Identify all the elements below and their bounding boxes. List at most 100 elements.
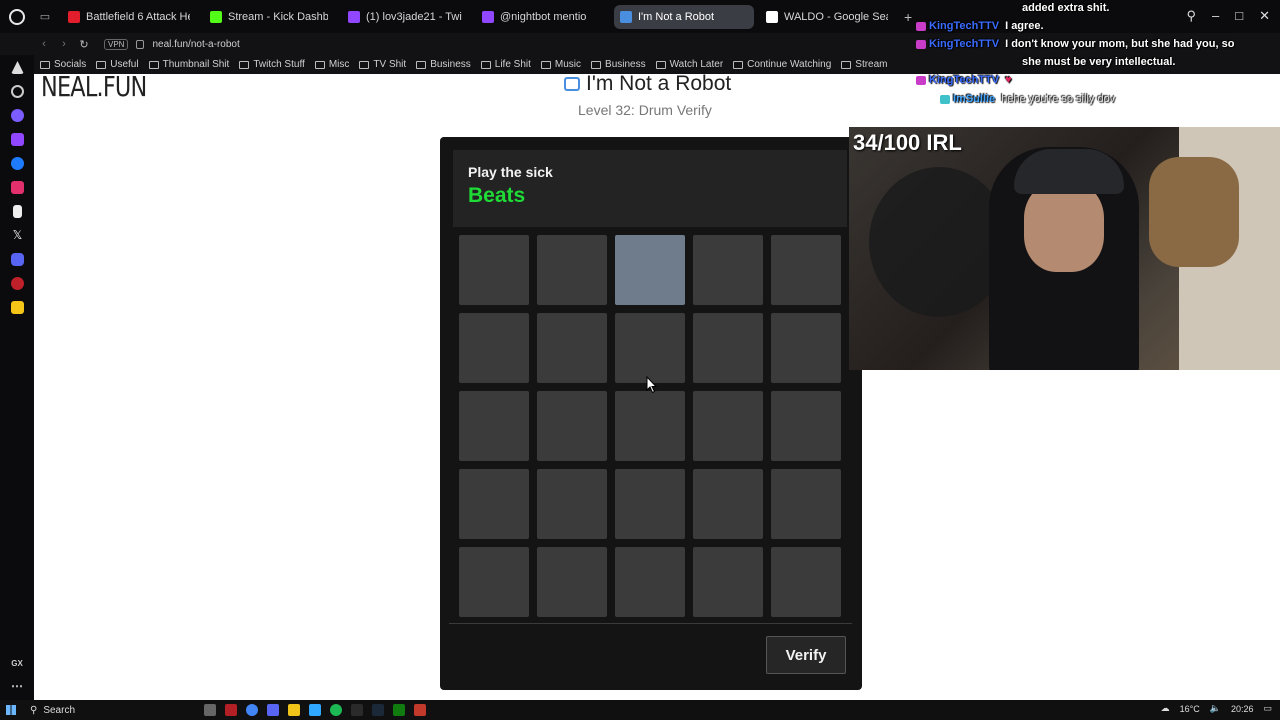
notifications-icon[interactable]: ▭	[1263, 703, 1272, 714]
drum-pad[interactable]	[537, 547, 607, 617]
tab-label: @nightbot mentio	[500, 10, 587, 23]
drum-pad[interactable]	[771, 235, 841, 305]
system-tray: ☁ 16°C 🔈 20:26 ▭	[1161, 703, 1272, 714]
clock[interactable]: 20:26	[1231, 704, 1254, 714]
drum-pad[interactable]	[693, 391, 763, 461]
drum-pad[interactable]	[693, 547, 763, 617]
drum-pad[interactable]	[459, 547, 529, 617]
chatgpt-icon[interactable]	[11, 85, 24, 98]
tab-label: I'm Not a Robot	[638, 10, 715, 23]
tab-label: (1) lov3jade21 - Twitch	[366, 10, 462, 23]
bookmark-folder[interactable]: Continue Watching	[733, 59, 831, 70]
xbox-icon[interactable]	[393, 704, 405, 716]
tab-islands-icon[interactable]: ▭	[34, 0, 56, 33]
bookmark-folder[interactable]: Socials	[40, 59, 86, 70]
drum-pad[interactable]	[771, 391, 841, 461]
bookmark-folder[interactable]: Thumbnail Shit	[148, 59, 230, 70]
app-icon[interactable]	[414, 704, 426, 716]
chrome-icon[interactable]	[246, 704, 258, 716]
webcam-helmet	[869, 167, 1009, 317]
browser-tab[interactable]: @nightbot mentio	[476, 5, 608, 29]
ublock-icon[interactable]	[11, 277, 24, 290]
bookmark-folder[interactable]: Life Shit	[480, 59, 531, 70]
spotify-icon[interactable]	[330, 704, 342, 716]
tab-favicon-icon	[68, 10, 80, 23]
task-view-icon[interactable]	[204, 704, 216, 716]
bookmark-folder[interactable]: Misc	[314, 59, 349, 70]
drum-pad[interactable]	[615, 547, 685, 617]
drum-pad[interactable]	[615, 313, 685, 383]
drum-pad[interactable]	[771, 313, 841, 383]
forward-icon[interactable]: ›	[54, 38, 74, 50]
drum-pad[interactable]	[459, 313, 529, 383]
bookmark-folder[interactable]: Useful	[96, 59, 139, 70]
drum-pad[interactable]	[693, 313, 763, 383]
steam-icon[interactable]	[372, 704, 384, 716]
opera-gx-app-icon[interactable]	[225, 704, 237, 716]
file-explorer-icon[interactable]	[288, 704, 300, 716]
captcha-prompt: Play the sick	[468, 164, 553, 180]
taskbar-search[interactable]: ⚲ Search	[30, 702, 180, 718]
photoshop-icon[interactable]	[309, 704, 321, 716]
drum-pad[interactable]	[537, 469, 607, 539]
browser-tab[interactable]: Battlefield 6 Attack Helico	[62, 5, 198, 29]
x-icon[interactable]: 𝕏	[11, 229, 24, 242]
bookmark-folder[interactable]: Music	[540, 59, 581, 70]
drum-pad[interactable]	[615, 469, 685, 539]
new-tab-icon[interactable]: +	[904, 9, 912, 25]
url-field[interactable]: neal.fun/not-a-robot	[152, 39, 239, 50]
drum-pad[interactable]	[693, 235, 763, 305]
volume-icon[interactable]: 🔈	[1210, 703, 1221, 714]
opera-gx-logo-icon[interactable]	[0, 0, 34, 33]
chat-overlay: added extra shit. KingTechTTV I agree. King…	[912, 0, 1280, 110]
twitch-icon[interactable]	[11, 133, 24, 146]
drum-pad[interactable]	[615, 391, 685, 461]
site-logo[interactable]: NEAL.FUN	[41, 74, 147, 103]
bookmark-label: Thumbnail Shit	[162, 59, 230, 70]
drum-pad[interactable]	[615, 235, 685, 305]
back-icon[interactable]: ‹	[34, 38, 54, 50]
more-icon[interactable]: ⋯	[0, 679, 34, 693]
bookmark-folder[interactable]: Business	[416, 59, 471, 70]
lock-icon[interactable]	[136, 39, 145, 49]
aria-icon[interactable]	[11, 61, 24, 74]
browser-tab[interactable]: WALDO - Google Search	[760, 5, 896, 29]
reload-icon[interactable]: ↻	[74, 38, 94, 51]
bookmark-folder[interactable]: Business	[591, 59, 646, 70]
gx-label[interactable]: GX	[0, 659, 34, 668]
discord-app-icon[interactable]	[267, 704, 279, 716]
drum-pad[interactable]	[459, 469, 529, 539]
notes-icon[interactable]	[11, 301, 24, 314]
verify-button[interactable]: Verify	[766, 636, 846, 674]
folder-icon	[239, 60, 250, 69]
messenger-icon[interactable]	[11, 157, 24, 170]
obs-icon[interactable]	[351, 704, 363, 716]
drum-pad[interactable]	[771, 469, 841, 539]
webcam-overlay-text: 34/100 IRL	[853, 130, 962, 155]
copilot-icon[interactable]	[11, 109, 24, 122]
browser-tab[interactable]: I'm Not a Robot	[614, 4, 754, 29]
folder-icon	[96, 60, 107, 69]
tiktok-icon[interactable]	[13, 205, 22, 218]
bookmark-folder[interactable]: Watch Later	[655, 59, 723, 70]
drum-pad[interactable]	[459, 235, 529, 305]
drum-pad[interactable]	[537, 313, 607, 383]
temperature[interactable]: 16°C	[1180, 704, 1200, 714]
weather-icon[interactable]: ☁	[1161, 703, 1170, 714]
drum-pad[interactable]	[693, 469, 763, 539]
drum-pad[interactable]	[459, 391, 529, 461]
browser-tab[interactable]: Stream - Kick Dashbo	[204, 5, 336, 29]
discord-icon[interactable]	[11, 253, 24, 266]
tab-label: WALDO - Google Search	[784, 10, 888, 23]
drum-pad[interactable]	[771, 547, 841, 617]
webcam-overlay: 34/100 IRL	[849, 127, 1280, 370]
bookmark-folder[interactable]: Stream	[841, 59, 888, 70]
bookmark-folder[interactable]: TV Shit	[359, 59, 406, 70]
browser-tab[interactable]: (1) lov3jade21 - Twitch	[342, 5, 470, 29]
bookmark-folder[interactable]: Twitch Stuff	[239, 59, 305, 70]
start-button[interactable]	[0, 700, 22, 720]
instagram-icon[interactable]	[11, 181, 24, 194]
drum-pad[interactable]	[537, 391, 607, 461]
vpn-badge[interactable]: VPN	[104, 38, 129, 50]
drum-pad[interactable]	[537, 235, 607, 305]
